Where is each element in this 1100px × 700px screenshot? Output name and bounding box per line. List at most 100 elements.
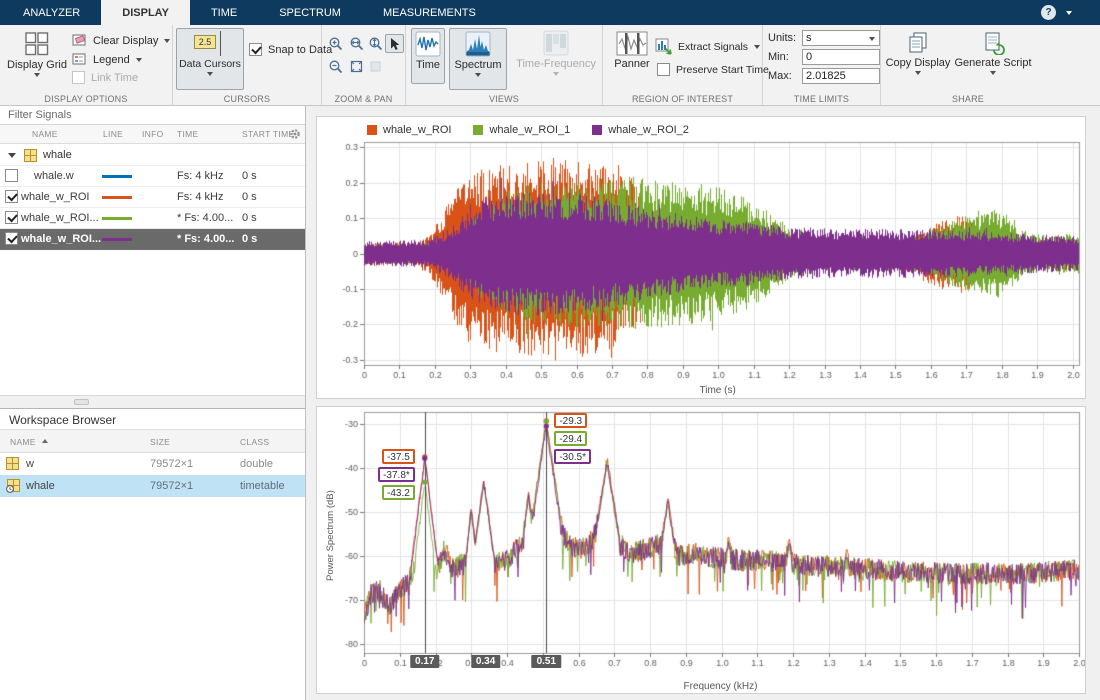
zoom-y-button[interactable] — [366, 34, 385, 53]
collapse-group-icon[interactable] — [8, 153, 16, 158]
variable-name: whale — [26, 480, 55, 492]
max-label: Max: — [768, 70, 802, 82]
copy-display-caret — [915, 71, 921, 75]
signal-checkbox[interactable] — [5, 211, 18, 224]
col-line: LINE — [103, 129, 123, 139]
time-view-button[interactable]: Time — [411, 28, 445, 84]
extract-signals-label: Extract Signals — [678, 41, 748, 53]
section-label-share: SHARE — [881, 94, 1055, 104]
time-plot-legend: whale_w_ROI whale_w_ROI_1 whale_w_ROI_2 — [367, 124, 689, 136]
variable-class: timetable — [240, 480, 285, 492]
cursor-value-box[interactable]: 0.51 — [532, 655, 561, 668]
workspace-row[interactable]: whale79572×1timetable — [0, 475, 305, 497]
extract-signals-icon — [655, 38, 672, 55]
tab-measurements[interactable]: MEASUREMENTS — [362, 0, 497, 25]
workspace-browser-title: Workspace Browser — [0, 408, 305, 430]
time-view-label: Time — [416, 59, 440, 71]
preserve-start-time-checkbox[interactable]: Preserve Start Time — [657, 63, 769, 76]
signal-row[interactable]: whale_w_ROI...* Fs: 4.00...0 s — [0, 208, 305, 229]
sort-asc-icon[interactable] — [42, 439, 48, 443]
zoom-out-button[interactable] — [326, 57, 345, 76]
signal-group-row[interactable]: whale — [0, 145, 305, 166]
copy-display-button[interactable]: Copy Display — [884, 29, 952, 75]
units-dropdown[interactable]: s — [802, 30, 880, 46]
section-label-display-options: DISPLAY OPTIONS — [0, 94, 172, 104]
signal-checkbox[interactable] — [5, 232, 18, 245]
generate-script-caret — [990, 71, 996, 75]
data-tip[interactable]: -37.8* — [378, 467, 415, 482]
legend-button[interactable]: Legend — [72, 52, 142, 67]
spectrum-plot-canvas[interactable] — [317, 407, 1085, 693]
tab-analyzer[interactable]: ANALYZER — [2, 0, 101, 25]
group-name: whale — [43, 149, 72, 161]
display-grid-icon — [24, 31, 50, 57]
data-tip[interactable]: -29.4 — [554, 431, 587, 446]
snap-to-data-check[interactable] — [249, 43, 262, 56]
signal-checkbox[interactable] — [5, 169, 18, 182]
help-icon[interactable]: ? — [1041, 5, 1056, 20]
legend-item[interactable]: whale_w_ROI — [367, 124, 451, 136]
spectrum-view-button[interactable]: Spectrum — [449, 28, 507, 90]
legend-caret[interactable] — [136, 58, 142, 62]
generate-script-button[interactable]: Generate Script — [951, 29, 1035, 75]
filter-signals-input[interactable]: Filter Signals — [0, 106, 305, 125]
signal-group-icon — [24, 149, 37, 162]
legend-item[interactable]: whale_w_ROI_2 — [592, 124, 689, 136]
max-input[interactable]: 2.01825 — [802, 68, 880, 84]
data-tip[interactable]: -29.3 — [554, 413, 587, 428]
ws-col-name: NAME — [10, 437, 36, 447]
min-input[interactable]: 0 — [802, 49, 880, 65]
data-tip[interactable]: -37.5 — [382, 449, 415, 464]
spectrum-plot-card: Power Spectrum (dB) Frequency (kHz) -37.… — [316, 406, 1086, 694]
legend-label: whale_w_ROI — [383, 124, 451, 136]
preserve-start-time-label: Preserve Start Time — [676, 64, 769, 76]
data-tip[interactable]: -43.2 — [382, 485, 415, 500]
zoom-in-button[interactable] — [326, 34, 345, 53]
panel-splitter[interactable] — [0, 395, 305, 408]
zoom-x-button[interactable] — [347, 34, 366, 53]
cursor-delta-box: 0.34 — [471, 655, 500, 668]
signal-row[interactable]: whale_w_ROI...* Fs: 4.00...0 s — [0, 229, 305, 250]
clear-display-button[interactable]: Clear Display — [72, 33, 170, 48]
ribbon: Display Grid Clear Display Legend Link T… — [0, 25, 1100, 106]
extract-signals-caret[interactable] — [754, 45, 760, 49]
tab-spectrum[interactable]: SPECTRUM — [258, 0, 362, 25]
snap-to-data-checkbox[interactable]: Snap to Data — [249, 43, 332, 56]
pointer-button[interactable] — [385, 34, 404, 53]
legend-item[interactable]: whale_w_ROI_1 — [473, 124, 570, 136]
spectrum-view-label: Spectrum — [454, 59, 501, 71]
display-grid-button[interactable]: Display Grid — [7, 29, 67, 77]
preserve-start-time-check[interactable] — [657, 63, 670, 76]
tab-time[interactable]: TIME — [190, 0, 258, 25]
data-tip[interactable]: -30.5* — [554, 449, 591, 464]
cursor-value-box[interactable]: 0.17 — [410, 655, 439, 668]
signal-line-swatch — [102, 217, 132, 220]
signal-row[interactable]: whale.wFs: 4 kHz0 s — [0, 166, 305, 187]
time-plot-canvas[interactable] — [317, 117, 1085, 398]
min-label: Min: — [768, 51, 802, 63]
legend-icon — [72, 52, 87, 67]
tab-display[interactable]: DISPLAY — [101, 0, 190, 25]
display-area: whale_w_ROIwhale_w_ROI_1whale_w_ROI_2 Ti… — [306, 106, 1100, 700]
copy-display-icon — [906, 31, 930, 55]
panner-button[interactable]: Panner — [611, 29, 653, 70]
variable-class: double — [240, 458, 273, 470]
variable-size: 79572×1 — [150, 458, 193, 470]
toolstrip-menu-caret[interactable] — [1066, 11, 1072, 15]
gear-icon[interactable] — [289, 128, 301, 140]
section-label-cursors: CURSORS — [173, 94, 321, 104]
data-cursors-button[interactable]: 2.5 Data Cursors — [176, 28, 244, 90]
panner-icon — [616, 31, 648, 56]
copy-display-label: Copy Display — [886, 57, 951, 69]
signal-line-swatch — [102, 238, 132, 241]
data-cursors-label: Data Cursors — [179, 58, 241, 70]
clear-display-caret[interactable] — [164, 39, 170, 43]
signal-checkbox[interactable] — [5, 190, 18, 203]
fit-to-view-button[interactable] — [347, 57, 366, 76]
signal-row[interactable]: whale_w_ROIFs: 4 kHz0 s — [0, 187, 305, 208]
extract-signals-button[interactable]: Extract Signals — [655, 38, 760, 55]
workspace-row[interactable]: w79572×1double — [0, 453, 305, 475]
signal-start-time: 0 s — [242, 233, 257, 245]
section-label-views: VIEWS — [406, 94, 602, 104]
data-cursors-icon: 2.5 — [192, 31, 228, 56]
